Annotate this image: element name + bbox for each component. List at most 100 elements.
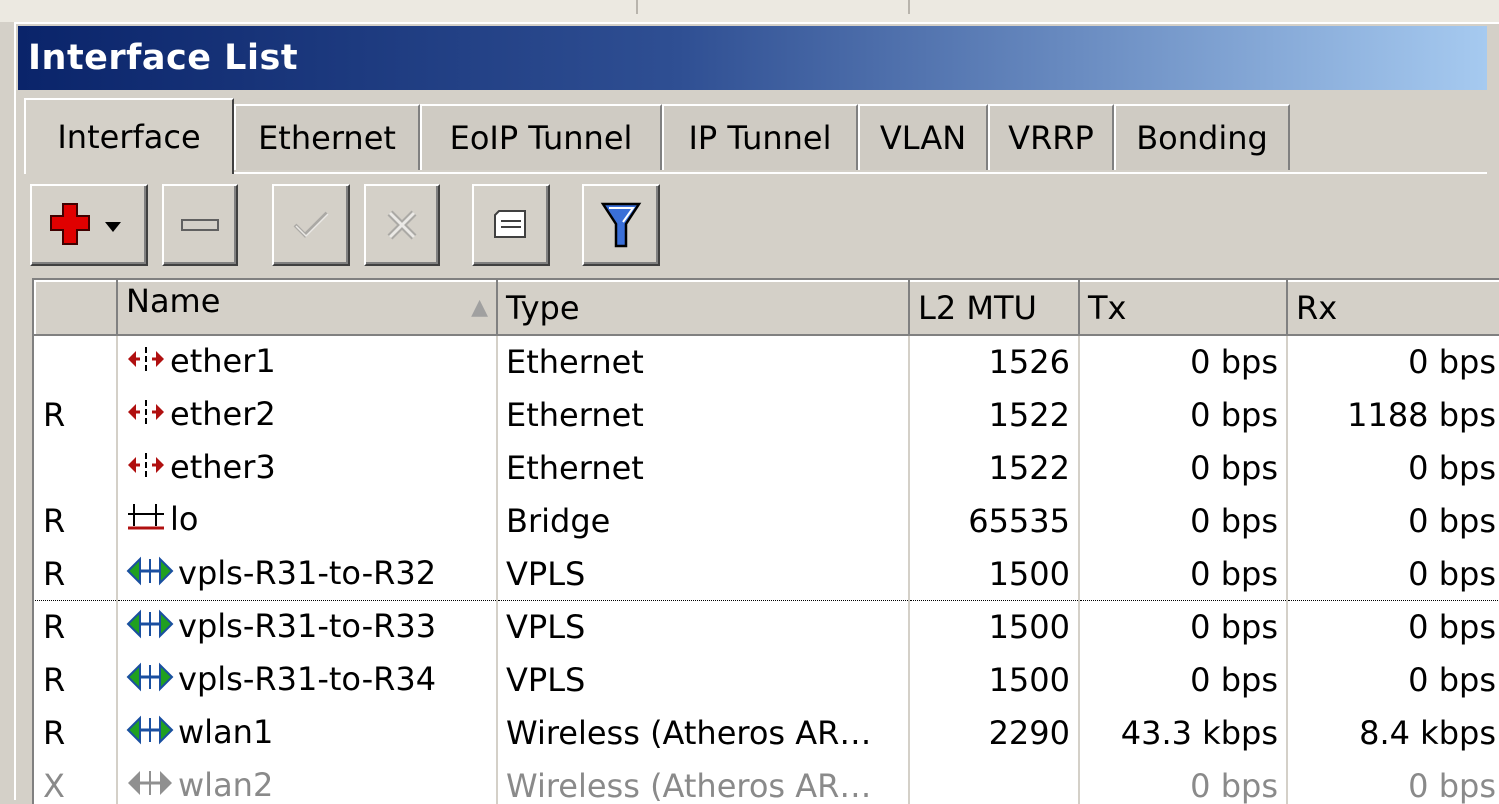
row-type: VPLS (497, 600, 909, 653)
table-row[interactable]: Rwlan1Wireless (Atheros AR…229043.3 kbps… (35, 706, 1499, 759)
tab-ethernet[interactable]: Ethernet (234, 104, 420, 170)
column-header-tx[interactable]: Tx (1079, 281, 1287, 335)
table-row[interactable]: Rvpls-R31-to-R32VPLS15000 bps0 bps (35, 547, 1499, 600)
row-rx: 0 bps (1287, 441, 1499, 494)
row-l2mtu: 1500 (909, 600, 1079, 653)
row-name: vpls-R31-to-R34 (178, 660, 436, 698)
tunnel-icon (126, 556, 174, 594)
filter-icon (599, 200, 643, 250)
x-icon (382, 205, 422, 245)
row-rx: 0 bps (1287, 494, 1499, 547)
add-button[interactable] (30, 184, 148, 266)
tab-underline (24, 172, 1487, 174)
table-row[interactable]: ether3Ethernet15220 bps0 bps (35, 441, 1499, 494)
row-type: Ethernet (497, 441, 909, 494)
row-rx: 0 bps (1287, 547, 1499, 600)
row-rx: 0 bps (1287, 759, 1499, 804)
row-tx: 0 bps (1079, 494, 1287, 547)
column-header-rx[interactable]: Rx (1287, 281, 1499, 335)
tunnel-icon (126, 662, 174, 700)
row-rx: 0 bps (1287, 600, 1499, 653)
row-name: ether1 (170, 342, 276, 380)
row-l2mtu: 1500 (909, 547, 1079, 600)
background-window-strip (0, 0, 1499, 22)
column-header-name[interactable]: Name ▲ (117, 281, 497, 335)
row-type: Wireless (Atheros AR… (497, 759, 909, 804)
row-flag: X (35, 759, 117, 804)
ethernet-icon (126, 344, 166, 382)
table-header-row: Name ▲ Type L2 MTU Tx Rx (35, 281, 1499, 335)
row-type: VPLS (497, 653, 909, 706)
strip-separator (908, 0, 910, 14)
check-icon (289, 205, 333, 245)
row-name-cell: ether2 (117, 388, 497, 441)
row-name-cell: vpls-R31-to-R33 (117, 600, 497, 653)
row-flag: R (35, 706, 117, 759)
row-tx: 43.3 kbps (1079, 706, 1287, 759)
row-type: Ethernet (497, 388, 909, 441)
row-rx: 0 bps (1287, 653, 1499, 706)
row-l2mtu: 1522 (909, 441, 1079, 494)
window-title[interactable]: Interface List (18, 26, 1487, 90)
table-row[interactable]: Rether2Ethernet15220 bps1188 bps (35, 388, 1499, 441)
remove-button[interactable] (162, 184, 238, 266)
comment-button[interactable] (472, 184, 550, 266)
row-name: wlan1 (178, 713, 273, 751)
row-flag (35, 441, 117, 494)
column-header-flags[interactable] (35, 281, 117, 335)
row-name-cell: ether1 (117, 335, 497, 388)
table-row[interactable]: ether1Ethernet15260 bps0 bps (35, 335, 1499, 388)
row-tx: 0 bps (1079, 388, 1287, 441)
column-header-l2mtu[interactable]: L2 MTU (909, 281, 1079, 335)
row-name-cell: wlan1 (117, 706, 497, 759)
tab-vlan[interactable]: VLAN (858, 104, 988, 170)
filter-button[interactable] (582, 184, 660, 266)
row-l2mtu: 1526 (909, 335, 1079, 388)
table-row[interactable]: RloBridge655350 bps0 bps (35, 494, 1499, 547)
row-name-cell: ether3 (117, 441, 497, 494)
table-body: ether1Ethernet15260 bps0 bpsRether2Ether… (35, 335, 1499, 804)
row-flag: R (35, 494, 117, 547)
row-type: Bridge (497, 494, 909, 547)
row-l2mtu: 1500 (909, 653, 1079, 706)
row-name-cell: vpls-R31-to-R34 (117, 653, 497, 706)
row-flag: R (35, 653, 117, 706)
row-rx: 0 bps (1287, 335, 1499, 388)
row-type: VPLS (497, 547, 909, 600)
row-tx: 0 bps (1079, 759, 1287, 804)
row-flag: R (35, 388, 117, 441)
tab-eoip-tunnel[interactable]: EoIP Tunnel (420, 104, 662, 170)
interface-table[interactable]: Name ▲ Type L2 MTU Tx Rx ether1Ethernet1… (32, 278, 1499, 804)
strip-separator (636, 0, 638, 14)
row-name: vpls-R31-to-R32 (178, 554, 436, 592)
row-flag (35, 335, 117, 388)
column-header-type[interactable]: Type (497, 281, 909, 335)
disable-button[interactable] (364, 184, 440, 266)
wireless-icon (126, 715, 174, 753)
table-row[interactable]: Rvpls-R31-to-R33VPLS15000 bps0 bps (35, 600, 1499, 653)
table-row[interactable]: Xwlan2Wireless (Atheros AR…0 bps0 bps (35, 759, 1499, 804)
table-row[interactable]: Rvpls-R31-to-R34VPLS15000 bps0 bps (35, 653, 1499, 706)
row-tx: 0 bps (1079, 547, 1287, 600)
row-name: vpls-R31-to-R33 (178, 607, 436, 645)
tab-interface[interactable]: Interface (24, 98, 234, 174)
sort-ascending-icon: ▲ (471, 282, 488, 334)
tab-bonding[interactable]: Bonding (1114, 104, 1290, 170)
row-tx: 0 bps (1079, 600, 1287, 653)
comment-icon (489, 205, 533, 245)
wireless-icon (126, 768, 174, 804)
row-tx: 0 bps (1079, 335, 1287, 388)
tunnel-icon (126, 609, 174, 647)
row-name: ether2 (170, 395, 276, 433)
enable-button[interactable] (272, 184, 350, 266)
row-tx: 0 bps (1079, 653, 1287, 706)
row-flag: R (35, 600, 117, 653)
ethernet-icon (126, 397, 166, 435)
plus-dropdown-icon (49, 200, 129, 250)
row-type: Wireless (Atheros AR… (497, 706, 909, 759)
row-rx: 8.4 kbps (1287, 706, 1499, 759)
bridge-icon (126, 500, 166, 542)
tab-ip-tunnel[interactable]: IP Tunnel (662, 104, 858, 170)
row-rx: 1188 bps (1287, 388, 1499, 441)
tab-vrrp[interactable]: VRRP (988, 104, 1114, 170)
